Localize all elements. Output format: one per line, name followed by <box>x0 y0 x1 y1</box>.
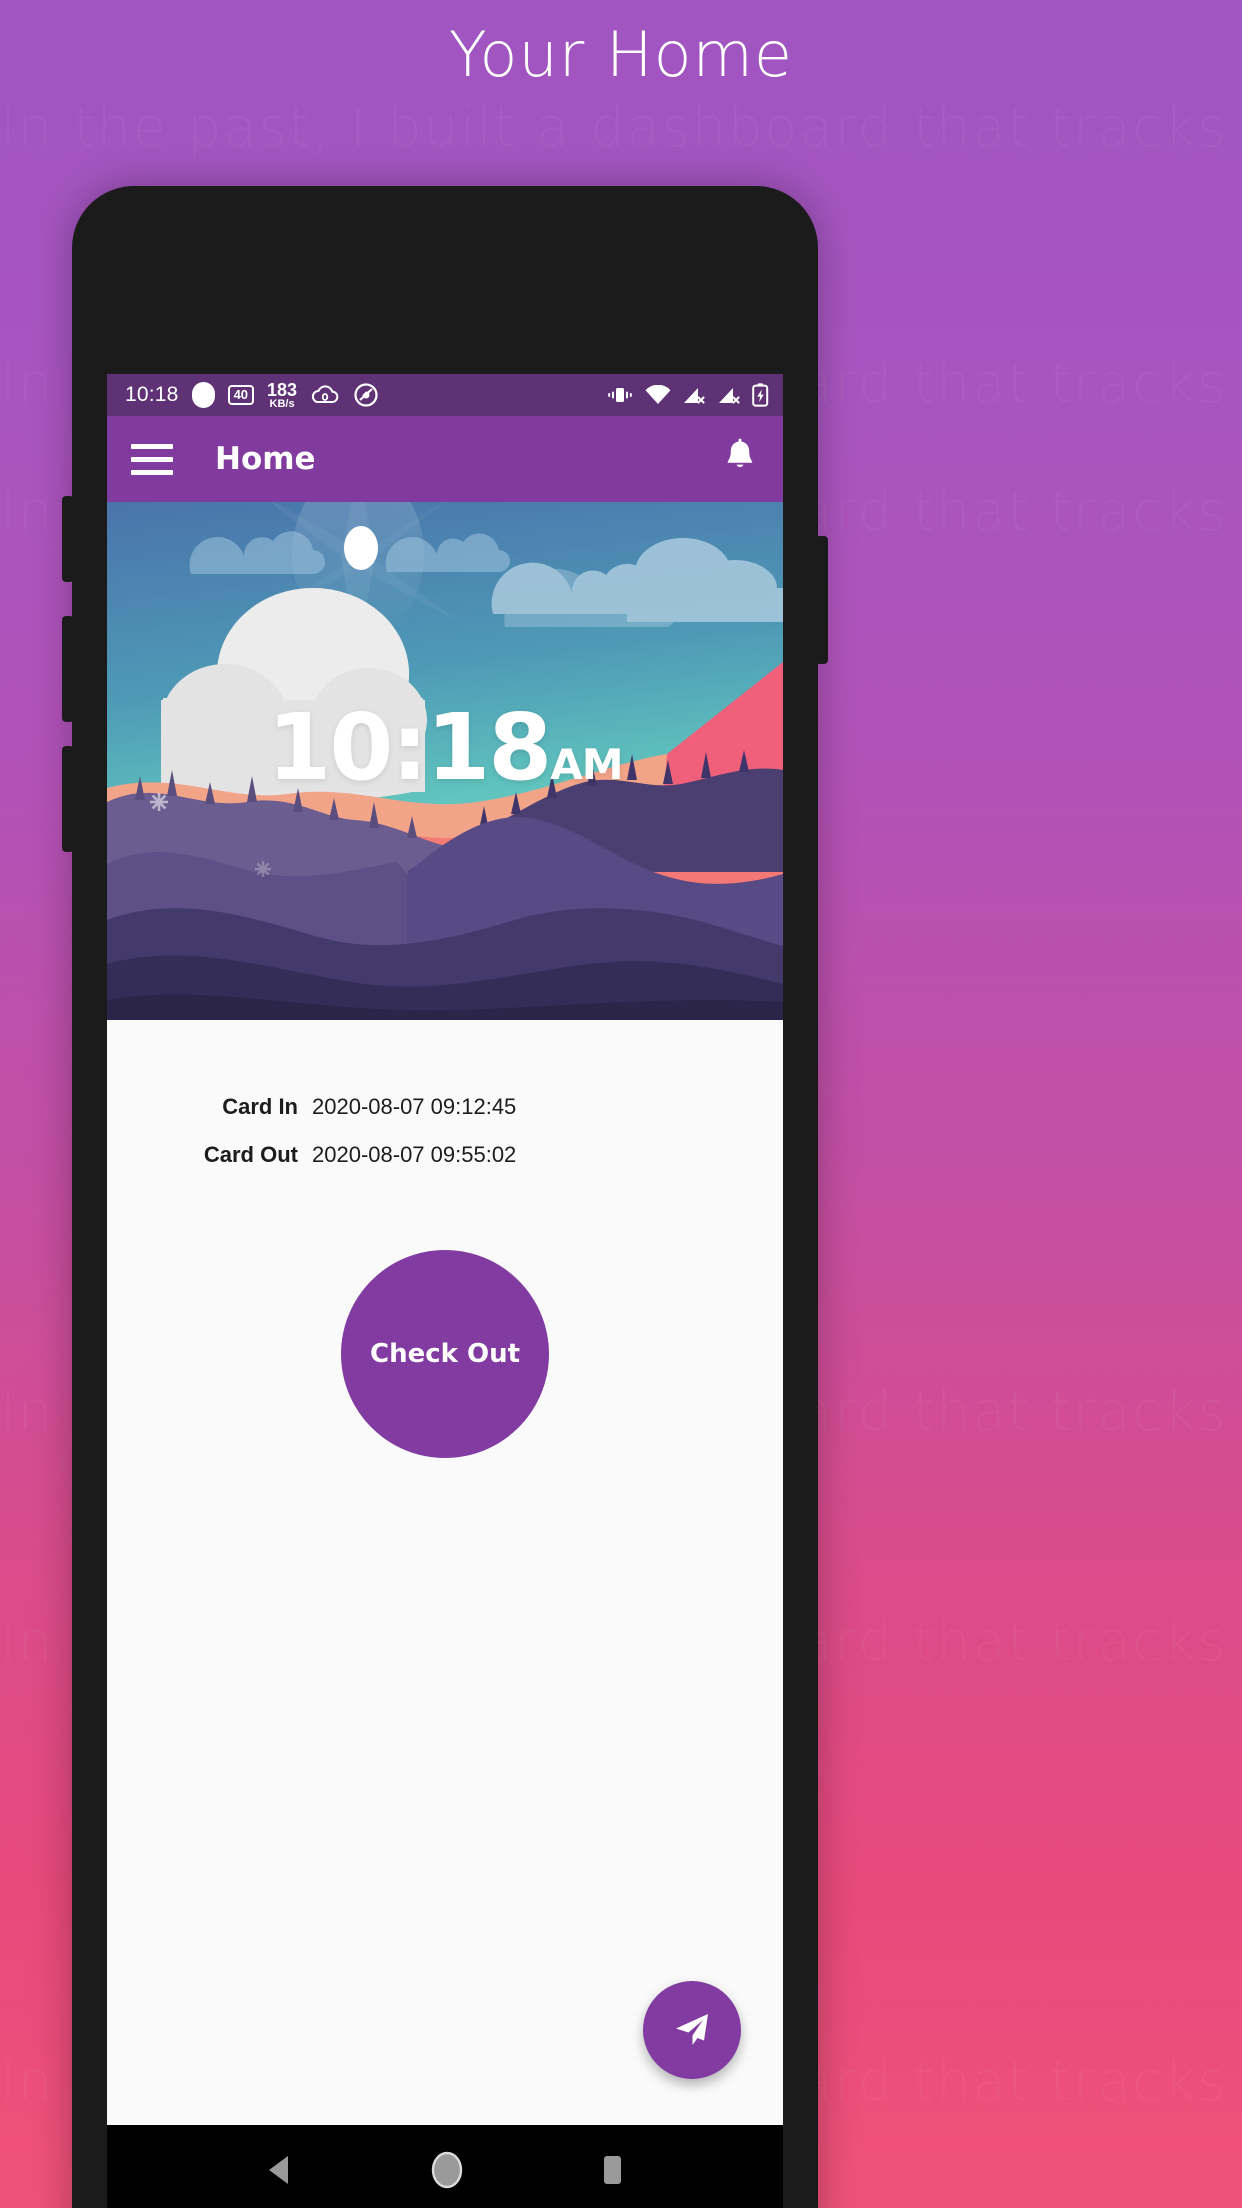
device-button-left-2[interactable] <box>62 616 74 722</box>
android-navigation-bar <box>107 2125 783 2208</box>
check-out-button[interactable]: Check Out <box>341 1250 549 1458</box>
network-speed-icon: 183 KB/s <box>267 381 297 410</box>
bell-icon[interactable] <box>721 437 759 482</box>
table-row: Card Out 2020-08-07 09:55:02 <box>107 1142 783 1168</box>
card-out-value: 2020-08-07 09:55:02 <box>312 1142 517 1167</box>
page-title: Your Home <box>448 18 794 91</box>
network-speed-value: 183 <box>267 379 298 400</box>
app-toolbar: Home <box>107 416 783 502</box>
phone-screen: 10:18 40 183 KB/s Home 10:18AM Card In 2… <box>107 374 783 2208</box>
ghost-text-line-1: In the past, I built a dashboard that tr… <box>0 96 1242 159</box>
send-fab-button[interactable] <box>643 1981 741 2079</box>
status-bar-clock: 10:18 <box>125 383 179 406</box>
hero-illustration: 10:18AM <box>107 502 783 1020</box>
circle-indicator-icon <box>191 382 215 408</box>
hamburger-menu-icon[interactable] <box>131 443 173 475</box>
hamburger-bar-2 <box>131 456 173 462</box>
toolbar-title: Home <box>215 441 316 477</box>
device-button-right-1[interactable] <box>816 536 828 664</box>
battery-40-chip-icon: 40 <box>227 385 255 405</box>
hamburger-bar-3 <box>131 469 173 475</box>
vibrate-icon <box>606 384 634 406</box>
do-not-disturb-icon <box>353 382 379 408</box>
signal-2-no-service-icon <box>717 385 741 405</box>
card-times-list: Card In 2020-08-07 09:12:45 Card Out 202… <box>107 1020 783 1168</box>
table-row: Card In 2020-08-07 09:12:45 <box>107 1094 783 1120</box>
device-button-left-1[interactable] <box>62 496 74 582</box>
mountain-sunrise-illustration <box>107 502 783 1020</box>
card-out-label: Card Out <box>203 1142 298 1167</box>
cloud-sync-icon <box>310 383 340 407</box>
battery-charging-icon <box>752 383 769 407</box>
recents-square-icon[interactable] <box>597 2151 627 2194</box>
device-button-left-3[interactable] <box>62 746 74 852</box>
card-in-value: 2020-08-07 09:12:45 <box>312 1094 517 1119</box>
send-paper-plane-icon <box>670 2007 714 2054</box>
phone-device-frame: 10:18 40 183 KB/s Home 10:18AM Card In 2… <box>62 186 828 2208</box>
back-triangle-icon[interactable] <box>263 2152 297 2193</box>
network-speed-unit: KB/s <box>269 397 295 410</box>
home-circle-icon[interactable] <box>428 2149 466 2196</box>
card-in-label: Card In <box>222 1094 298 1119</box>
hamburger-bar-1 <box>131 443 173 449</box>
signal-1-no-service-icon <box>682 385 706 405</box>
main-content: Card In 2020-08-07 09:12:45 Card Out 202… <box>107 1020 783 2125</box>
checkout-button-container: Check Out <box>107 1250 783 1458</box>
status-bar: 10:18 40 183 KB/s <box>107 374 783 416</box>
wifi-icon <box>645 385 671 405</box>
